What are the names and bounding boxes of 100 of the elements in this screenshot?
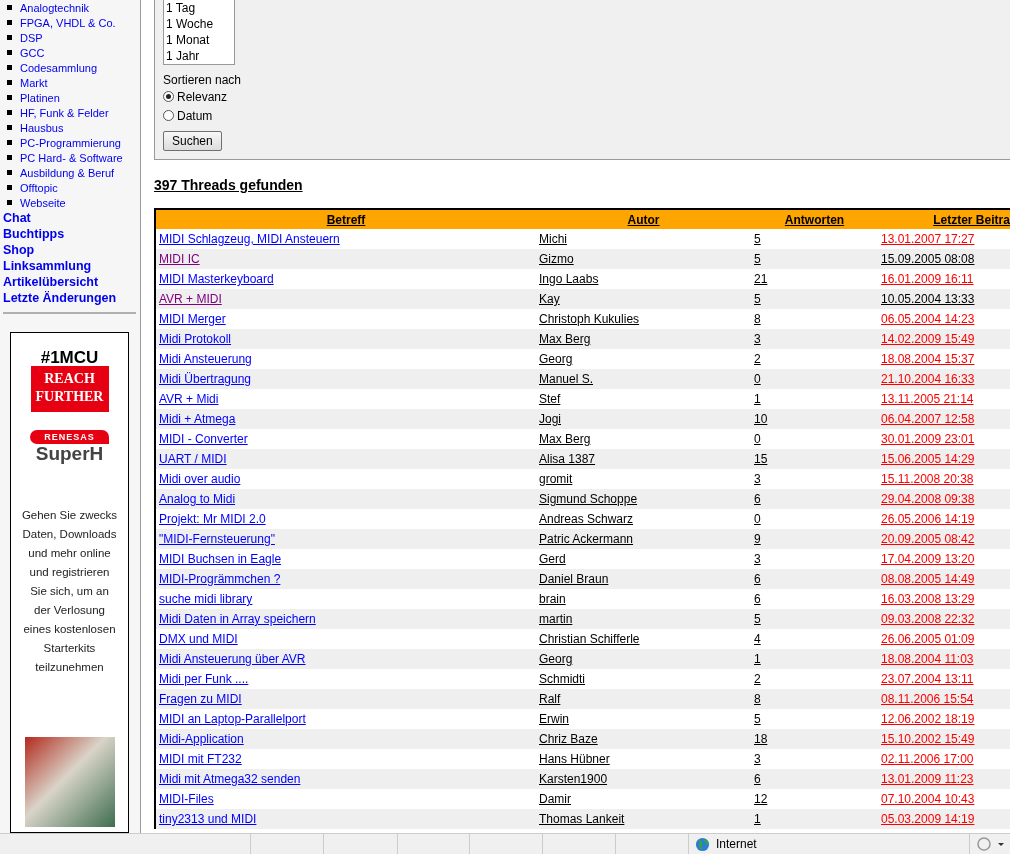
author-link[interactable]: Christian Schifferle (539, 632, 640, 646)
nav-link[interactable]: Chat (3, 210, 136, 226)
thread-link[interactable]: Midi Daten in Array speichern (159, 612, 316, 626)
thread-link[interactable]: MIDI Schlagzeug, MIDI Ansteuern (159, 232, 340, 246)
author-link[interactable]: Michi (539, 232, 567, 246)
column-header-link[interactable]: Betreff (326, 212, 366, 227)
nav-link[interactable]: Buchtipps (3, 226, 136, 242)
forum-link[interactable]: GCC (20, 46, 45, 59)
thread-link[interactable]: Projekt: Mr MIDI 2.0 (159, 512, 266, 526)
last-post-link[interactable]: 18.08.2004 15:37 (881, 352, 975, 366)
replies-link[interactable]: 5 (754, 612, 761, 626)
forum-link[interactable]: Webseite (20, 196, 66, 209)
thread-link[interactable]: MIDI Masterkeyboard (159, 272, 274, 286)
thread-link[interactable]: suche midi library (159, 592, 253, 606)
forum-link[interactable]: Analogtechnik (20, 1, 90, 14)
radio-button[interactable] (163, 110, 174, 121)
thread-link[interactable]: "MIDI-Fernsteuerung" (159, 532, 275, 546)
last-post-link[interactable]: 26.05.2006 14:19 (881, 512, 975, 526)
author-link[interactable]: Alisa 1387 (539, 452, 596, 466)
author-link[interactable]: Jogi (539, 412, 561, 426)
forum-link[interactable]: Markt (20, 76, 48, 89)
thread-link[interactable]: MIDI-Files (159, 792, 214, 806)
forum-link[interactable]: DSP (20, 31, 43, 44)
forum-link[interactable]: Platinen (20, 91, 60, 104)
zoom-icon[interactable] (976, 837, 1004, 851)
thread-link[interactable]: Fragen zu MIDI (159, 692, 242, 706)
author-link[interactable]: Ralf (539, 692, 561, 706)
replies-link[interactable]: 5 (754, 252, 761, 266)
replies-link[interactable]: 0 (754, 512, 761, 526)
nav-link[interactable]: Shop (3, 242, 136, 258)
replies-link[interactable]: 1 (754, 812, 761, 826)
last-post-link[interactable]: 26.06.2005 01:09 (881, 632, 975, 646)
author-link[interactable]: Manuel S. (539, 372, 594, 386)
replies-link[interactable]: 9 (754, 532, 761, 546)
nav-link[interactable]: Letzte Änderungen (3, 290, 136, 306)
author-link[interactable]: martin (539, 612, 573, 626)
author-link[interactable]: Schmidti (539, 672, 585, 686)
thread-link[interactable]: MIDI Buchsen in Eagle (159, 552, 282, 566)
last-post-link[interactable]: 15.11.2008 20:38 (881, 472, 974, 486)
last-post-link[interactable]: 15.09.2005 08:08 (881, 252, 975, 266)
last-post-link[interactable]: 07.10.2004 10:43 (881, 792, 975, 806)
last-post-link[interactable]: 10.05.2004 13:33 (881, 292, 975, 306)
thread-link[interactable]: Analog to Midi (159, 492, 236, 506)
last-post-link[interactable]: 12.06.2002 18:19 (881, 712, 975, 726)
last-post-link[interactable]: 16.03.2008 13:29 (881, 592, 975, 606)
thread-link[interactable]: MIDI Merger (159, 312, 226, 326)
thread-link[interactable]: Midi per Funk .... (159, 672, 249, 686)
author-link[interactable]: Hans Hübner (539, 752, 610, 766)
last-post-link[interactable]: 30.01.2009 23:01 (881, 432, 975, 446)
replies-link[interactable]: 2 (754, 352, 761, 366)
replies-link[interactable]: 2 (754, 672, 761, 686)
forum-link[interactable]: PC Hard- & Software (20, 151, 123, 164)
author-link[interactable]: Georg (539, 352, 573, 366)
radio-button[interactable] (163, 91, 174, 102)
thread-link[interactable]: Midi + Atmega (159, 412, 236, 426)
replies-link[interactable]: 0 (754, 432, 761, 446)
nav-link[interactable]: Artikelübersicht (3, 274, 136, 290)
replies-link[interactable]: 5 (754, 712, 761, 726)
last-post-link[interactable]: 17.04.2009 13:20 (881, 552, 975, 566)
author-link[interactable]: Christoph Kukulies (539, 312, 640, 326)
replies-link[interactable]: 4 (754, 632, 761, 646)
last-post-link[interactable]: 06.05.2004 14:23 (881, 312, 975, 326)
author-link[interactable]: gromit (539, 472, 573, 486)
author-link[interactable]: Gizmo (539, 252, 574, 266)
replies-link[interactable]: 5 (754, 232, 761, 246)
forum-link[interactable]: Codesammlung (20, 61, 98, 74)
thread-link[interactable]: MIDI-Progrämmchen ? (159, 572, 281, 586)
author-link[interactable]: Damir (539, 792, 571, 806)
author-link[interactable]: Andreas Schwarz (539, 512, 634, 526)
thread-link[interactable]: MIDI IC (159, 252, 200, 266)
replies-link[interactable]: 1 (754, 652, 761, 666)
author-link[interactable]: Karsten1900 (539, 772, 608, 786)
replies-link[interactable]: 8 (754, 692, 761, 706)
thread-link[interactable]: Midi-Application (159, 732, 244, 746)
replies-link[interactable]: 12 (754, 792, 768, 806)
author-link[interactable]: brain (539, 592, 566, 606)
replies-link[interactable]: 6 (754, 772, 761, 786)
replies-link[interactable]: 6 (754, 572, 761, 586)
thread-link[interactable]: Midi Ansteuerung über AVR (159, 652, 306, 666)
thread-link[interactable]: Midi Ansteuerung (159, 352, 252, 366)
author-link[interactable]: Stef (539, 392, 561, 406)
thread-link[interactable]: MIDI - Converter (159, 432, 248, 446)
replies-link[interactable]: 10 (754, 412, 768, 426)
last-post-link[interactable]: 23.07.2004 13:11 (881, 672, 974, 686)
thread-link[interactable]: DMX und MIDI (159, 632, 238, 646)
forum-link[interactable]: HF, Funk & Felder (20, 106, 109, 119)
replies-link[interactable]: 3 (754, 472, 761, 486)
forum-link[interactable]: Hausbus (20, 121, 64, 134)
replies-link[interactable]: 15 (754, 452, 768, 466)
replies-link[interactable]: 3 (754, 552, 761, 566)
author-link[interactable]: Georg (539, 652, 573, 666)
last-post-link[interactable]: 02.11.2006 17:00 (881, 752, 974, 766)
replies-link[interactable]: 6 (754, 592, 761, 606)
replies-link[interactable]: 0 (754, 372, 761, 386)
replies-link[interactable]: 18 (754, 732, 768, 746)
replies-link[interactable]: 3 (754, 332, 761, 346)
author-link[interactable]: Chriz Baze (539, 732, 598, 746)
search-button[interactable]: Suchen (163, 131, 222, 151)
replies-link[interactable]: 21 (754, 272, 768, 286)
author-link[interactable]: Patric Ackermann (539, 532, 634, 546)
